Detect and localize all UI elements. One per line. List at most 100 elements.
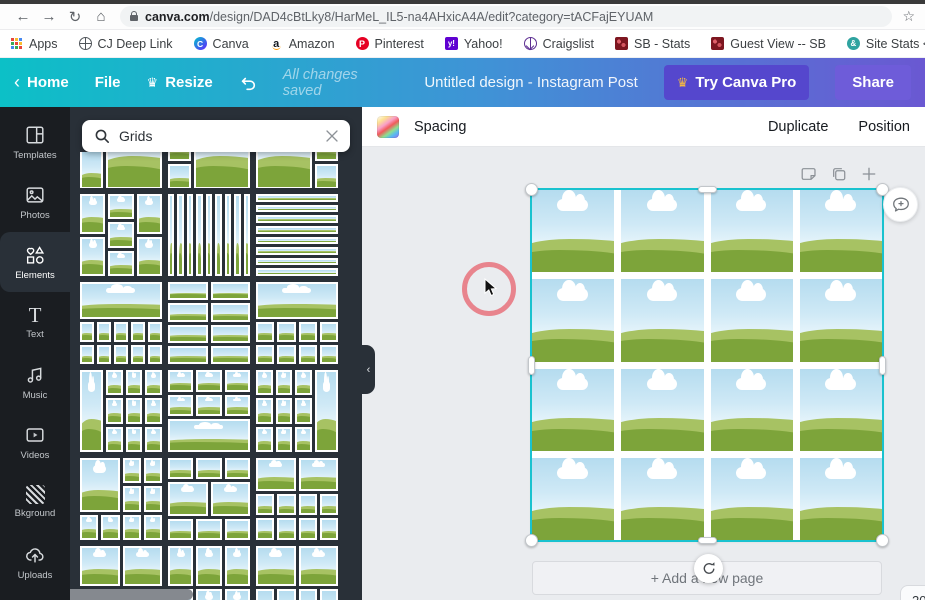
- notes-icon[interactable]: [800, 165, 818, 183]
- grid-template-thumbnail[interactable]: [80, 282, 162, 364]
- grid-template-thumbnail[interactable]: [168, 194, 250, 276]
- bookmark-item[interactable]: Craigslist: [524, 37, 594, 51]
- landscape-placeholder: [258, 207, 336, 211]
- grid-cell[interactable]: [800, 369, 882, 451]
- grid-template-thumbnail[interactable]: [256, 194, 338, 276]
- grid-cell[interactable]: [621, 369, 703, 451]
- grid-template-thumbnail[interactable]: [256, 546, 338, 600]
- sidebar-item-bkground[interactable]: Bkground: [0, 472, 70, 532]
- undo-button[interactable]: [239, 74, 257, 92]
- landscape-placeholder: [213, 327, 249, 341]
- bookmark-item[interactable]: SB - Stats: [615, 37, 690, 51]
- duplicate-page-icon[interactable]: [830, 165, 848, 183]
- sidebar-item-elements[interactable]: Elements: [0, 232, 70, 292]
- bookmark-item[interactable]: CCanva: [194, 37, 249, 51]
- hill-front-shape: [800, 250, 882, 272]
- landscape-placeholder: [800, 369, 882, 451]
- sidebar-item-videos[interactable]: Videos: [0, 412, 70, 472]
- address-bar[interactable]: canva.com/design/DAD4cBtLky8/HarMeL_IL5-…: [120, 6, 892, 27]
- grid-cell[interactable]: [800, 279, 882, 361]
- grid-template-thumbnail[interactable]: [168, 152, 250, 188]
- grid-cell[interactable]: [711, 458, 793, 540]
- try-canva-pro-button[interactable]: ♛ Try Canva Pro: [664, 65, 810, 100]
- landscape-placeholder: [800, 190, 882, 272]
- bookmark-item[interactable]: &Site Stats < N&D: [847, 37, 925, 51]
- bookmark-item[interactable]: aAmazon: [270, 37, 335, 51]
- share-button[interactable]: Share: [835, 65, 911, 100]
- bookmark-item[interactable]: Apps: [10, 37, 58, 51]
- zoom-control[interactable]: 20: [900, 585, 925, 600]
- position-button[interactable]: Position: [858, 119, 910, 135]
- rotate-handle[interactable]: [694, 554, 723, 583]
- grid-cell[interactable]: [621, 190, 703, 272]
- canvas-workspace: ‹: [362, 147, 925, 600]
- grid-template-thumbnail[interactable]: [80, 370, 162, 452]
- bookmark-item[interactable]: CJ Deep Link: [79, 37, 173, 51]
- sidebar-item-music[interactable]: Music: [0, 352, 70, 412]
- grid-template-thumbnail[interactable]: [80, 152, 162, 188]
- cloud-shape: [117, 198, 125, 201]
- close-icon[interactable]: [326, 130, 338, 142]
- sidebar-item-templates[interactable]: Templates: [0, 112, 70, 172]
- grid-cell-preview: [145, 427, 162, 452]
- grid-cell[interactable]: [621, 279, 703, 361]
- hill-front-shape: [147, 444, 160, 450]
- grid-template-thumbnail[interactable]: [168, 458, 250, 540]
- hill-front-shape: [317, 181, 336, 187]
- page-tools: [800, 165, 878, 183]
- grid-template-thumbnail[interactable]: [80, 458, 162, 540]
- grid-cell[interactable]: [532, 458, 614, 540]
- bookmark-item[interactable]: Guest View -- SB: [711, 37, 826, 51]
- landscape-placeholder: [150, 347, 160, 362]
- sidebar-item-photos[interactable]: Photos: [0, 172, 70, 232]
- grid-cell-preview: [276, 427, 293, 452]
- grid-template-thumbnail[interactable]: [256, 370, 338, 452]
- grid-cell[interactable]: [800, 458, 882, 540]
- hill-front-shape: [227, 253, 229, 274]
- bookmark-item[interactable]: PPinterest: [356, 37, 424, 51]
- landscape-placeholder: [146, 488, 160, 509]
- home-button[interactable]: ‹ Home: [14, 74, 69, 91]
- sidebar-item-text[interactable]: TText: [0, 292, 70, 352]
- lock-icon: [130, 15, 138, 21]
- grid-template-thumbnail[interactable]: [256, 282, 338, 364]
- panel-collapse-button[interactable]: ‹: [362, 345, 375, 394]
- grid-cell[interactable]: [800, 190, 882, 272]
- landscape-placeholder: [170, 284, 206, 298]
- cloud-shape: [112, 374, 117, 377]
- add-comment-button[interactable]: [883, 187, 918, 222]
- grid-template-thumbnail[interactable]: [168, 370, 250, 452]
- add-page-icon[interactable]: [860, 165, 878, 183]
- grid-cell[interactable]: [711, 369, 793, 451]
- horizontal-scrollbar[interactable]: [70, 589, 193, 600]
- grid-cell[interactable]: [532, 279, 614, 361]
- design-title[interactable]: Untitled design - Instagram Post: [424, 74, 637, 91]
- grid-cell[interactable]: [532, 190, 614, 272]
- spacing-button[interactable]: Spacing: [414, 119, 466, 135]
- file-menu-button[interactable]: File: [95, 74, 121, 91]
- grid-cell[interactable]: [711, 279, 793, 361]
- home-icon[interactable]: ⌂: [88, 8, 114, 25]
- bookmark-star-icon[interactable]: ☆: [902, 8, 915, 25]
- grid-cell[interactable]: [532, 369, 614, 451]
- reload-icon[interactable]: ↻: [62, 8, 88, 26]
- grid-template-thumbnail[interactable]: [256, 152, 338, 188]
- landscape-placeholder: [532, 190, 614, 272]
- design-page[interactable]: [532, 190, 882, 540]
- sidebar-item-uploads[interactable]: Uploads: [0, 532, 70, 592]
- grid-cell[interactable]: [621, 458, 703, 540]
- bookmark-item[interactable]: y!Yahoo!: [445, 37, 503, 51]
- forward-icon[interactable]: →: [36, 8, 62, 25]
- back-icon[interactable]: ←: [10, 8, 36, 25]
- duplicate-button[interactable]: Duplicate: [768, 119, 828, 135]
- grid-template-thumbnail[interactable]: [256, 458, 338, 540]
- resize-button[interactable]: ♛ Resize: [147, 74, 213, 91]
- landscape-placeholder: [258, 228, 336, 232]
- cloud-shape: [233, 374, 241, 377]
- grid-template-thumbnail[interactable]: [80, 194, 162, 276]
- search-input[interactable]: Grids: [82, 120, 350, 152]
- grid-template-thumbnail[interactable]: [168, 282, 250, 364]
- color-picker-swatch[interactable]: [377, 116, 399, 138]
- grid-cell-preview: [194, 152, 250, 188]
- grid-cell[interactable]: [711, 190, 793, 272]
